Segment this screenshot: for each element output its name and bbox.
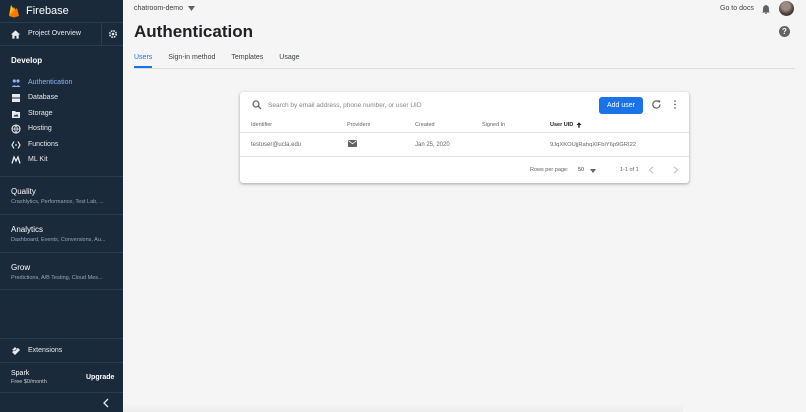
tab-usage[interactable]: Usage <box>279 52 299 68</box>
sidebar-item-label: Functions <box>28 141 59 148</box>
section-subtitle: Crashlytics, Performance, Test Lab, ... <box>11 199 104 205</box>
users-card: Add user Identifier Providers Created Si… <box>240 92 689 183</box>
column-header-user-uid[interactable]: User UID <box>550 122 582 128</box>
header-divider <box>240 132 689 133</box>
pagination-range: 1-1 of 1 <box>620 167 639 173</box>
sidebar-item-hosting[interactable]: Hosting <box>0 122 123 136</box>
hosting-icon <box>11 124 21 134</box>
sidebar-section-analytics[interactable]: Analytics Dashboard, Events, Conversions… <box>0 214 123 252</box>
firebase-brand[interactable]: Firebase <box>8 2 69 20</box>
section-title: Analytics <box>11 225 44 234</box>
column-header-providers[interactable]: Providers <box>347 122 370 128</box>
search-input[interactable] <box>268 99 588 111</box>
rows-per-page-label: Rows per page: <box>530 167 569 173</box>
sidebar-item-label: Authentication <box>28 79 73 86</box>
tabs-divider <box>134 68 795 69</box>
extensions-icon <box>12 347 20 355</box>
sidebar: Firebase Project Overview Develop Authen… <box>0 0 123 412</box>
collapse-sidebar-button[interactable] <box>0 392 123 412</box>
sidebar-item-label: ML Kit <box>28 156 48 163</box>
section-title: Grow <box>11 263 31 272</box>
project-overview-row[interactable]: Project Overview <box>0 22 123 46</box>
column-header-label: User UID <box>550 122 574 128</box>
go-to-docs-link[interactable]: Go to docs <box>720 5 754 12</box>
brand-name: Firebase <box>26 5 69 17</box>
database-icon <box>12 94 20 102</box>
tab-templates[interactable]: Templates <box>231 52 263 68</box>
add-user-button[interactable]: Add user <box>599 97 643 114</box>
cell-user-uid: 9JqXKOUjjRahqXIFbiY6p9GRI22 <box>550 142 637 148</box>
tab-sign-in-method[interactable]: Sign-in method <box>168 52 215 68</box>
tab-users[interactable]: Users <box>134 52 153 68</box>
page-title: Authentication <box>134 22 253 41</box>
sidebar-item-label: Storage <box>28 110 53 117</box>
refresh-icon[interactable] <box>651 99 662 110</box>
sidebar-item-storage[interactable]: Storage <box>0 107 123 121</box>
sidebar-section-quality[interactable]: Quality Crashlytics, Performance, Test L… <box>0 176 123 214</box>
column-header-created[interactable]: Created <box>415 122 435 128</box>
section-title: Quality <box>11 187 36 196</box>
home-icon <box>10 30 21 39</box>
column-header-signed-in[interactable]: Signed In <box>482 122 505 128</box>
project-name: chatroom-demo <box>134 5 184 12</box>
section-subtitle: Predictions, A/B Testing, Cloud Mes... <box>11 275 103 281</box>
project-selector[interactable]: chatroom-demo <box>134 5 196 12</box>
functions-icon <box>11 141 21 149</box>
cell-identifier: testuser@ucla.edu <box>251 142 302 148</box>
sidebar-section-grow[interactable]: Grow Predictions, A/B Testing, Cloud Mes… <box>0 252 123 290</box>
storage-icon <box>12 111 20 118</box>
rows-per-page-select[interactable]: 50 <box>578 167 584 173</box>
sidebar-item-database[interactable]: Database <box>0 91 123 105</box>
sidebar-item-functions[interactable]: Functions <box>0 138 123 152</box>
plan-row: Spark Free $0/month Upgrade <box>0 362 123 392</box>
plan-price: Free $0/month <box>11 379 47 385</box>
caret-down-icon <box>188 6 196 11</box>
row-divider <box>240 156 689 157</box>
arrow-up-icon <box>576 122 582 128</box>
help-icon[interactable]: ? <box>779 26 790 37</box>
cell-created: Jan 25, 2020 <box>415 142 450 148</box>
settings-button[interactable] <box>101 23 123 46</box>
more-vert-icon[interactable] <box>671 99 679 110</box>
section-subtitle: Dashboard, Events, Conversions, Au... <box>11 237 106 243</box>
sidebar-item-ml-kit[interactable]: ML Kit <box>0 153 123 167</box>
tab-bar: Users Sign-in method Templates Usage <box>134 52 316 68</box>
chevron-left-icon <box>103 398 109 408</box>
caret-down-icon[interactable] <box>590 169 596 173</box>
column-header-identifier[interactable]: Identifier <box>251 122 272 128</box>
sidebar-item-label: Database <box>28 94 58 101</box>
horizontal-scrollbar[interactable] <box>123 404 683 412</box>
sidebar-item-extensions[interactable]: Extensions <box>0 338 123 362</box>
chevron-right-icon[interactable] <box>673 166 679 174</box>
avatar[interactable] <box>779 1 794 16</box>
project-overview-label: Project Overview <box>28 30 81 37</box>
firebase-logo-icon <box>9 5 19 18</box>
mlkit-icon <box>11 155 21 164</box>
sidebar-item-authentication[interactable]: Authentication <box>0 76 123 90</box>
people-icon <box>11 79 21 87</box>
search-icon <box>252 100 262 110</box>
upgrade-button[interactable]: Upgrade <box>86 374 114 381</box>
develop-section-title[interactable]: Develop <box>11 56 42 65</box>
extensions-label: Extensions <box>28 347 63 354</box>
gear-icon <box>108 29 118 39</box>
chevron-left-icon[interactable] <box>648 166 654 174</box>
plan-name: Spark <box>11 370 30 377</box>
sidebar-item-label: Hosting <box>28 125 52 132</box>
bell-icon[interactable] <box>761 4 771 14</box>
mail-icon <box>348 140 357 147</box>
